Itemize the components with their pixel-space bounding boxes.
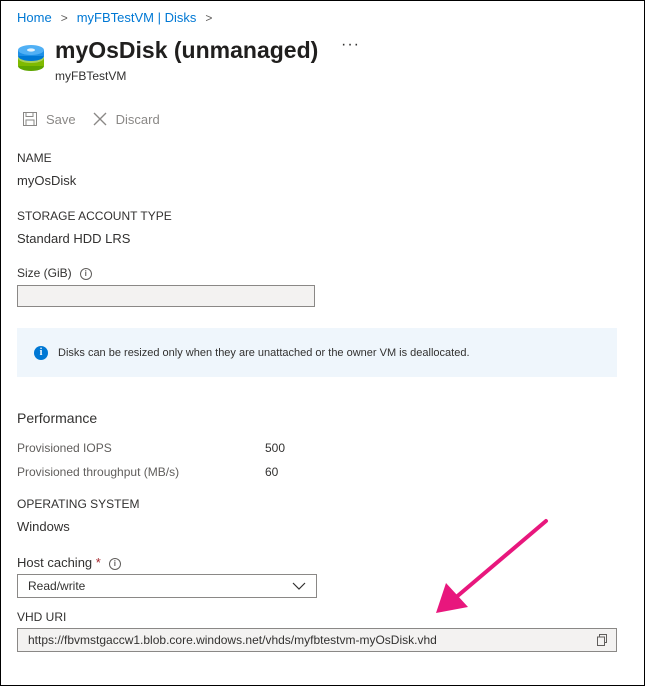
host-caching-selected-value: Read/write: [28, 579, 86, 593]
info-icon[interactable]: i: [108, 558, 121, 570]
vhd-uri-value: https://fbvmstgaccw1.blob.core.windows.n…: [28, 633, 437, 647]
close-icon: [93, 112, 107, 126]
performance-heading: Performance: [17, 410, 98, 426]
info-banner-text: Disks can be resized only when they are …: [58, 346, 470, 359]
info-circle-icon: i: [34, 345, 48, 360]
info-icon[interactable]: i: [79, 268, 92, 280]
provisioned-iops-value: 500: [265, 441, 286, 455]
host-caching-label-row: Host caching * i: [17, 555, 121, 570]
save-icon: [23, 112, 37, 126]
save-button-label: Save: [46, 111, 76, 127]
annotation-arrow: [436, 519, 548, 613]
size-label-row: Size (GiB) i: [17, 266, 92, 280]
chevron-down-icon: [292, 582, 306, 590]
breadcrumb-separator: >: [60, 10, 68, 25]
vhd-uri-label: VHD URI: [17, 610, 67, 624]
copy-icon: [597, 634, 607, 646]
copy-button[interactable]: [596, 634, 608, 646]
required-marker: *: [95, 555, 101, 570]
page-title: myOsDisk (unmanaged): [55, 37, 319, 63]
operating-system-value: Windows: [17, 519, 70, 534]
page-subtitle: myFBTestVM: [55, 69, 127, 83]
name-label: NAME: [17, 151, 52, 165]
vhd-uri-field[interactable]: https://fbvmstgaccw1.blob.core.windows.n…: [17, 628, 617, 652]
breadcrumb-home-link[interactable]: Home: [17, 10, 52, 25]
info-banner: i Disks can be resized only when they ar…: [17, 328, 617, 377]
disk-icon: [18, 45, 44, 71]
provisioned-throughput-label: Provisioned throughput (MB/s): [17, 465, 180, 479]
discard-button[interactable]: Discard: [92, 111, 160, 127]
size-input[interactable]: [17, 285, 315, 307]
operating-system-label: OPERATING SYSTEM: [17, 497, 140, 511]
host-caching-select[interactable]: Read/write: [17, 574, 317, 598]
breadcrumb-vm-disks-link[interactable]: myFBTestVM | Disks: [77, 10, 197, 25]
command-bar: Save Discard: [22, 111, 176, 127]
provisioned-iops-label: Provisioned IOPS: [17, 441, 112, 455]
host-caching-label: Host caching: [17, 555, 93, 570]
storage-type-value: Standard HDD LRS: [17, 231, 131, 246]
breadcrumb-separator: >: [205, 10, 213, 25]
more-options-button[interactable]: ···: [341, 36, 360, 54]
provisioned-throughput-value: 60: [265, 465, 279, 479]
discard-button-label: Discard: [115, 111, 160, 127]
name-value: myOsDisk: [17, 173, 77, 188]
storage-type-label: STORAGE ACCOUNT TYPE: [17, 209, 172, 223]
save-button[interactable]: Save: [22, 111, 76, 127]
breadcrumb: Home > myFBTestVM | Disks >: [17, 10, 221, 25]
size-label: Size (GiB): [17, 266, 72, 280]
